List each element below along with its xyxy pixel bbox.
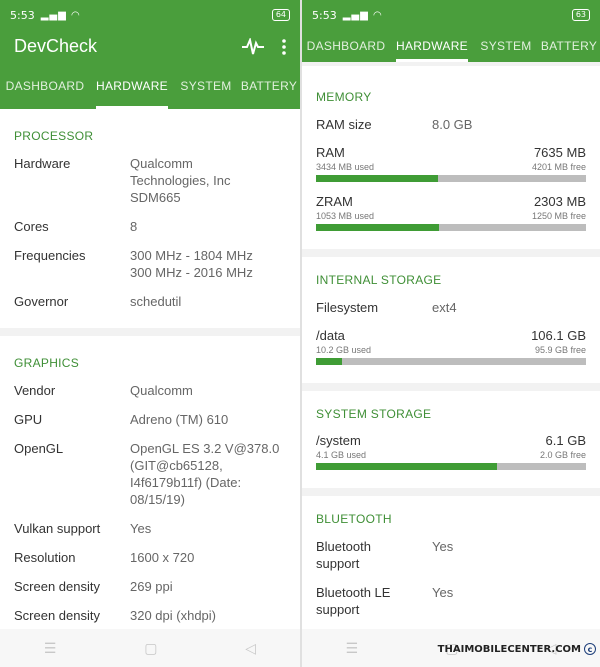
info-row: Bluetooth support Yes [316,539,454,571]
menu-nav-icon[interactable]: ☰ [44,640,57,657]
tab-bar: DASHBOARD HARDWARE SYSTEM BATTERY [302,30,600,62]
tab-dashboard[interactable]: DASHBOARD [0,63,90,109]
left-screen: 5:53 ▂▄▆ ◠ 64 DevCheck DASHBOARD HARDWAR… [0,0,300,667]
tab-hardware[interactable]: HARDWARE [90,63,174,109]
tab-system[interactable]: SYSTEM [174,63,238,109]
battery-icon: 63 [571,9,590,21]
info-row: Frequencies 300 MHz - 1804 MHz 300 MHz - … [14,248,253,280]
section-title: INTERNAL STORAGE [316,273,442,287]
tab-dashboard[interactable]: DASHBOARD [302,30,390,62]
battery-icon: 64 [271,9,290,21]
copyright-icon: c [584,643,596,655]
processor-card: PROCESSOR Hardware Qualcomm Technologies… [0,109,300,328]
info-row: Filesystem ext4 [316,300,457,315]
home-nav-icon[interactable]: ▢ [144,640,157,657]
internal-storage-card: INTERNAL STORAGE Filesystem ext4 /data 106… [302,257,600,383]
usage-bar [316,175,586,182]
info-row: Screen density 269 ppi [14,579,173,594]
info-row: Screen density 320 dpi (xhdpi) [14,608,216,623]
menu-nav-icon[interactable]: ☰ [346,640,359,657]
pulse-icon[interactable] [242,37,264,56]
graphics-card: GRAPHICS Vendor Qualcomm GPU Adreno (TM) 6… [0,336,300,667]
screenshot-composite: 5:53 ▂▄▆ ◠ 64 DevCheck DASHBOARD HARDWAR… [0,0,600,667]
usage-bar [316,463,586,470]
back-nav-icon[interactable]: ◁ [245,640,256,657]
usage-bar-fill [316,224,440,231]
status-time: 5:53 [312,8,337,22]
tab-battery[interactable]: BATTERY [238,63,300,109]
usage-bar-fill [316,463,498,470]
tab-system[interactable]: SYSTEM [474,30,538,62]
signal-icon: ▂▄▆ ◠ [40,9,81,21]
info-row: Vulkan support Yes [14,521,152,536]
nav-bar: ☰ ▢ ◁ [0,629,300,667]
tab-battery[interactable]: BATTERY [538,30,600,62]
section-title: PROCESSOR [14,129,94,143]
more-options-icon[interactable] [282,38,286,55]
info-row: Governor schedutil [14,294,182,309]
usage-bar [316,358,586,365]
app-bar: DevCheck [0,30,300,63]
section-title: SYSTEM STORAGE [316,407,432,421]
info-row: GPU Adreno (TM) 610 [14,412,229,427]
ram-usage: RAM 7635 MB 3434 MB used 4201 MB free [316,145,586,182]
info-row: Hardware Qualcomm Technologies, Inc SDM6… [14,156,231,205]
app-title: DevCheck [14,36,98,56]
usage-bar-fill [316,358,342,365]
memory-card: MEMORY RAM size 8.0 GB RAM 7635 MB 3434 MB… [302,66,600,249]
info-row: Vendor Qualcomm [14,383,193,398]
zram-usage: ZRAM 2303 MB 1053 MB used 1250 MB free [316,194,586,231]
usage-bar-fill [316,175,438,182]
info-row: Cores 8 [14,219,138,234]
status-bar: 5:53 ▂▄▆ ◠ 64 [0,0,300,30]
data-usage: /data 106.1 GB 10.2 GB used 95.9 GB free [316,328,586,365]
section-title: BLUETOOTH [316,512,392,526]
status-time: 5:53 [10,8,35,22]
status-bar: 5:53 ▂▄▆ ◠ 63 [302,0,600,30]
section-title: GRAPHICS [14,356,80,370]
info-row: Bluetooth LE support Yes [316,585,454,617]
tab-bar: DASHBOARD HARDWARE SYSTEM BATTERY [0,63,300,109]
info-row: Resolution 1600 x 720 [14,550,195,565]
usage-bar [316,224,586,231]
bluetooth-card: BLUETOOTH Bluetooth support Yes Bluetooth… [302,496,600,636]
system-storage-card: SYSTEM STORAGE /system 6.1 GB 4.1 GB used… [302,391,600,488]
system-usage: /system 6.1 GB 4.1 GB used 2.0 GB free [316,433,586,470]
right-screen: 5:53 ▂▄▆ ◠ 63 DASHBOARD HARDWARE SYSTEM … [302,0,600,667]
tab-hardware[interactable]: HARDWARE [390,30,474,62]
info-row: OpenGL OpenGL ES 3.2 V@378.0 (GIT@cb65128… [14,441,280,507]
info-row: RAM size 8.0 GB [316,117,473,132]
signal-icon: ▂▄▆ ◠ [342,9,383,21]
section-title: MEMORY [316,90,372,104]
watermark: THAIMOBILECENTER.COM c [438,643,596,655]
